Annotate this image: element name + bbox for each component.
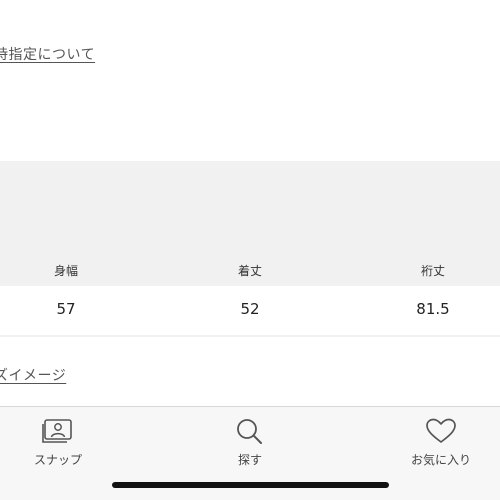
size-value-yukitake: 81.5 (416, 300, 450, 318)
home-indicator[interactable] (112, 482, 389, 488)
size-value-kitake: 52 (240, 300, 260, 318)
size-header-yukitake: 裄丈 (420, 264, 446, 278)
tab-favorites-label: お気に入り (410, 453, 471, 467)
delivery-time-info-link[interactable]: 時指定について (0, 44, 95, 64)
size-value-mihaba: 57 (56, 300, 76, 318)
size-table-header: 身幅 着丈 裄丈 (0, 262, 500, 282)
size-header-mihaba: 身幅 (53, 264, 79, 278)
search-icon (237, 419, 262, 444)
tab-snap[interactable]: スナップ (0, 417, 118, 477)
tab-search-label: 探す (237, 453, 262, 467)
size-image-link[interactable]: ズイメージ (0, 365, 66, 385)
heart-icon (426, 418, 456, 443)
product-detail-page: 時指定について 身幅 着丈 裄丈 57 52 81.5 ズイメージ スナップ 探… (0, 0, 500, 500)
tab-snap-label: スナップ (33, 453, 82, 467)
size-header-kitake: 着丈 (237, 264, 263, 278)
snap-photo-icon (42, 419, 72, 443)
tab-favorites[interactable]: お気に入り (381, 417, 500, 477)
tab-search[interactable]: 探す (190, 417, 310, 477)
size-table-row: 57 52 81.5 (0, 286, 500, 335)
